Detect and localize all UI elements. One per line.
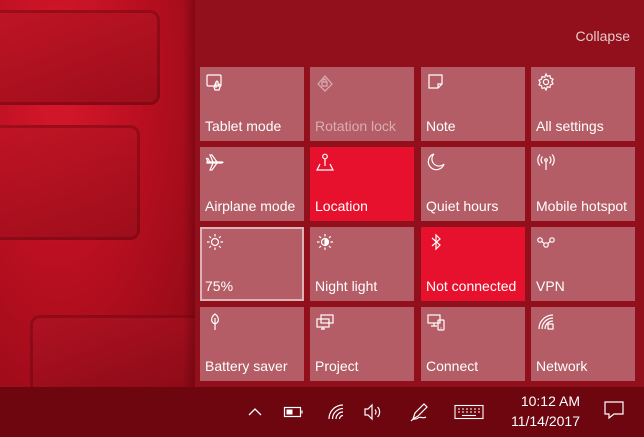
tile-label: 75% (205, 278, 234, 294)
bluetooth-icon (426, 232, 446, 252)
action-center-panel: Collapse Tablet mode Rotation lock Note … (195, 0, 644, 387)
location-icon (315, 152, 335, 172)
tile-label: VPN (536, 278, 565, 294)
tile-all-settings[interactable]: All settings (531, 67, 635, 141)
action-center-icon (603, 399, 625, 425)
wallpaper-shape (30, 315, 195, 387)
tile-label: Not connected (426, 278, 517, 294)
tile-note[interactable]: Note (421, 67, 525, 141)
tile-label: Rotation lock (315, 118, 396, 134)
moon-icon (426, 152, 446, 172)
tile-location[interactable]: Location (310, 147, 414, 221)
pen-icon[interactable] (406, 387, 432, 437)
hotspot-icon (536, 152, 556, 172)
tile-label: Quiet hours (426, 198, 499, 214)
tile-label: Project (315, 358, 359, 374)
collapse-button[interactable]: Collapse (576, 28, 630, 44)
rotation-lock-icon (315, 72, 335, 92)
tile-label: Night light (315, 278, 378, 294)
tile-network[interactable]: Network (531, 307, 635, 381)
battery-saver-icon (205, 312, 225, 332)
taskbar-clock[interactable]: 10:12 AM 11/14/2017 (492, 391, 580, 431)
wifi-icon[interactable] (323, 387, 349, 437)
action-center-button[interactable] (584, 387, 644, 437)
tile-project[interactable]: Project (310, 307, 414, 381)
vpn-icon (536, 232, 556, 252)
tile-battery-saver[interactable]: Battery saver (200, 307, 304, 381)
tile-connect[interactable]: Connect (421, 307, 525, 381)
taskbar: 10:12 AM 11/14/2017 (0, 387, 644, 437)
tile-quiet-hours[interactable]: Quiet hours (421, 147, 525, 221)
tile-airplane-mode[interactable]: Airplane mode (200, 147, 304, 221)
wallpaper-shadow (183, 0, 195, 387)
wallpaper-shape (0, 125, 140, 240)
tile-label: Battery saver (205, 358, 288, 374)
tile-bluetooth[interactable]: Not connected (421, 227, 525, 301)
tile-night-light[interactable]: Night light (310, 227, 414, 301)
tile-rotation-lock[interactable]: Rotation lock (310, 67, 414, 141)
tile-label: Location (315, 198, 368, 214)
tile-label: Airplane mode (205, 198, 296, 214)
clock-time: 10:12 AM (520, 393, 580, 409)
keyboard-icon[interactable] (452, 387, 486, 437)
gear-icon (536, 72, 556, 92)
screen: Collapse Tablet mode Rotation lock Note … (0, 0, 644, 437)
connect-icon (426, 312, 446, 332)
network-icon (536, 312, 556, 332)
tile-tablet-mode[interactable]: Tablet mode (200, 67, 304, 141)
tile-label: Mobile hotspot (536, 198, 628, 214)
volume-icon[interactable] (360, 387, 386, 437)
clock-date: 11/14/2017 (510, 413, 580, 429)
tile-label: Tablet mode (205, 118, 282, 134)
tile-label: Note (426, 118, 456, 134)
tile-label: All settings (536, 118, 604, 134)
chevron-up-icon[interactable] (244, 387, 266, 437)
battery-icon[interactable] (282, 387, 306, 437)
project-icon (315, 312, 335, 332)
tile-brightness[interactable]: 75% (200, 227, 304, 301)
desktop-wallpaper (0, 0, 195, 387)
tile-label: Connect (426, 358, 479, 374)
airplane-icon (205, 152, 225, 172)
wallpaper-shape (0, 10, 160, 105)
tablet-mode-icon (205, 72, 225, 92)
tile-label: Network (536, 358, 588, 374)
tile-vpn[interactable]: VPN (531, 227, 635, 301)
note-icon (426, 72, 446, 92)
tile-mobile-hotspot[interactable]: Mobile hotspot (531, 147, 635, 221)
brightness-icon (205, 232, 225, 252)
night-light-icon (315, 232, 335, 252)
